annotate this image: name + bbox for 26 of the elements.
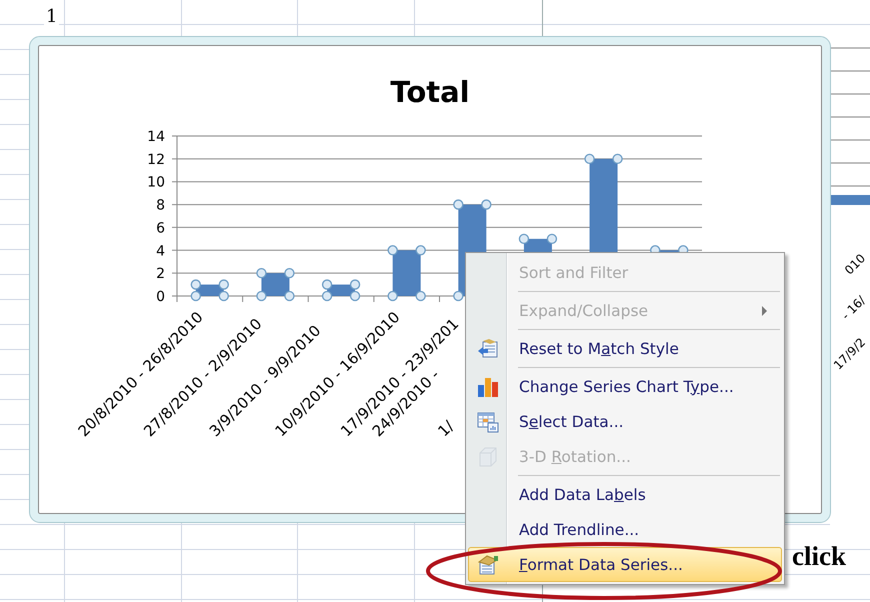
axis-label: - 16/ [838, 293, 868, 323]
axis-tick-label: 6 [156, 220, 165, 236]
chart-title: Total [390, 75, 470, 109]
axis-tick-label: 10 [147, 174, 165, 191]
axis-tick-label: 14 [147, 129, 165, 145]
menu-item[interactable]: Format Data Series... [468, 547, 782, 582]
submenu-arrow-icon [762, 306, 767, 316]
axis-tick-label: 12 [147, 152, 165, 168]
chart-arrow-icon [477, 338, 499, 360]
menu-item[interactable]: Add Data Labels [468, 477, 782, 512]
axis-label: 010 [842, 251, 868, 278]
category-label: 1/ [434, 417, 458, 440]
menu-item[interactable]: Select Data... [468, 404, 782, 439]
annotation-text: click [792, 541, 846, 572]
menu-item[interactable]: Reset to Match Style [468, 331, 782, 366]
axis-tick-label: 2 [156, 266, 165, 282]
bar [830, 195, 870, 205]
chart-brush-icon [477, 554, 499, 576]
bar-chart-icon [477, 376, 499, 398]
axis-tick-label: 8 [156, 198, 165, 214]
row-number: 1 [44, 6, 60, 27]
axis-tick-label: 4 [156, 243, 165, 260]
menu-item[interactable]: Change Series Chart Type... [468, 369, 782, 404]
axis-tick-label: 0 [156, 289, 165, 305]
bar[interactable] [392, 250, 421, 296]
table-icon [477, 410, 499, 432]
